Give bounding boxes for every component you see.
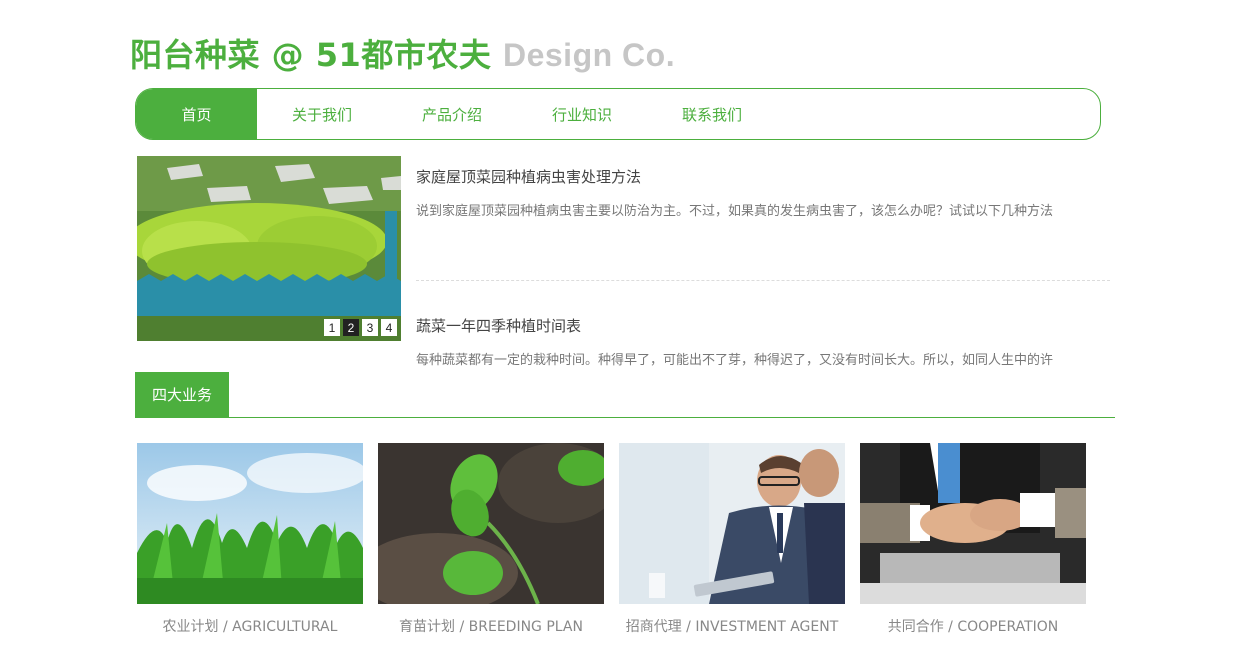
list-item[interactable]: 蔬菜一年四季种植时间表 每种蔬菜都有一定的栽种时间。种得早了，可能出不了芽，种得… — [416, 280, 1110, 368]
handshake-image — [860, 443, 1086, 604]
card-agricultural[interactable]: 农业计划 / AGRICULTURAL — [137, 443, 363, 636]
card-cooperation[interactable]: 共同合作 / COOPERATION — [860, 443, 1086, 636]
slider-pagination: 1 2 3 4 — [324, 319, 397, 336]
cornfield-image — [137, 443, 363, 604]
logo-tagline: Design Co. — [502, 37, 676, 73]
section-header-business: 四大业务 — [135, 372, 1115, 418]
news-list: 家庭屋顶菜园种植病虫害处理方法 说到家庭屋顶菜园种植病虫害主要以防治为主。不过，… — [416, 156, 1110, 368]
news-summary: 每种蔬菜都有一定的栽种时间。种得早了，可能出不了芽，种得迟了，又没有时间长大。所… — [416, 353, 1054, 368]
card-caption[interactable]: 育苗计划 / BREEDING PLAN — [378, 616, 604, 636]
news-title[interactable]: 家庭屋顶菜园种植病虫害处理方法 — [416, 166, 1110, 187]
site-logo[interactable]: 阳台种菜 @ 51都市农夫 Design Co. — [130, 30, 675, 76]
image-slider[interactable]: 1 2 3 4 — [137, 156, 401, 341]
main-nav: 首页 关于我们 产品介绍 行业知识 联系我们 — [135, 88, 1101, 140]
card-image[interactable] — [378, 443, 604, 604]
section-title: 四大业务 — [135, 372, 229, 417]
nav-item-contact[interactable]: 联系我们 — [647, 89, 777, 139]
nav-item-knowledge[interactable]: 行业知识 — [517, 89, 647, 139]
businessmen-image — [619, 443, 845, 604]
card-image[interactable] — [137, 443, 363, 604]
card-caption[interactable]: 招商代理 / INVESTMENT AGENT — [619, 616, 845, 636]
nav-item-about[interactable]: 关于我们 — [257, 89, 387, 139]
nav-item-products[interactable]: 产品介绍 — [387, 89, 517, 139]
nav-item-home[interactable]: 首页 — [136, 89, 257, 139]
seedling-image — [378, 443, 604, 604]
card-caption[interactable]: 共同合作 / COOPERATION — [860, 616, 1086, 636]
slider-dot-1[interactable]: 1 — [324, 319, 340, 336]
news-title[interactable]: 蔬菜一年四季种植时间表 — [416, 315, 1110, 336]
card-image[interactable] — [619, 443, 845, 604]
slider-dot-3[interactable]: 3 — [362, 319, 378, 336]
card-investment[interactable]: 招商代理 / INVESTMENT AGENT — [619, 443, 845, 636]
news-summary: 说到家庭屋顶菜园种植病虫害主要以防治为主。不过，如果真的发生病虫害了，该怎么办呢… — [416, 204, 1054, 219]
logo-brand-text: 阳台种菜 @ 51都市农夫 — [130, 36, 492, 74]
card-caption[interactable]: 农业计划 / AGRICULTURAL — [137, 616, 363, 636]
card-image[interactable] — [860, 443, 1086, 604]
slider-image-lettuce-garden — [137, 156, 401, 341]
business-cards: 农业计划 / AGRICULTURAL 育苗计划 / BREEDING PLAN — [137, 443, 1086, 636]
slider-dot-2[interactable]: 2 — [343, 319, 359, 336]
card-breeding[interactable]: 育苗计划 / BREEDING PLAN — [378, 443, 604, 636]
list-item[interactable]: 家庭屋顶菜园种植病虫害处理方法 说到家庭屋顶菜园种植病虫害主要以防治为主。不过，… — [416, 156, 1110, 280]
slider-dot-4[interactable]: 4 — [381, 319, 397, 336]
